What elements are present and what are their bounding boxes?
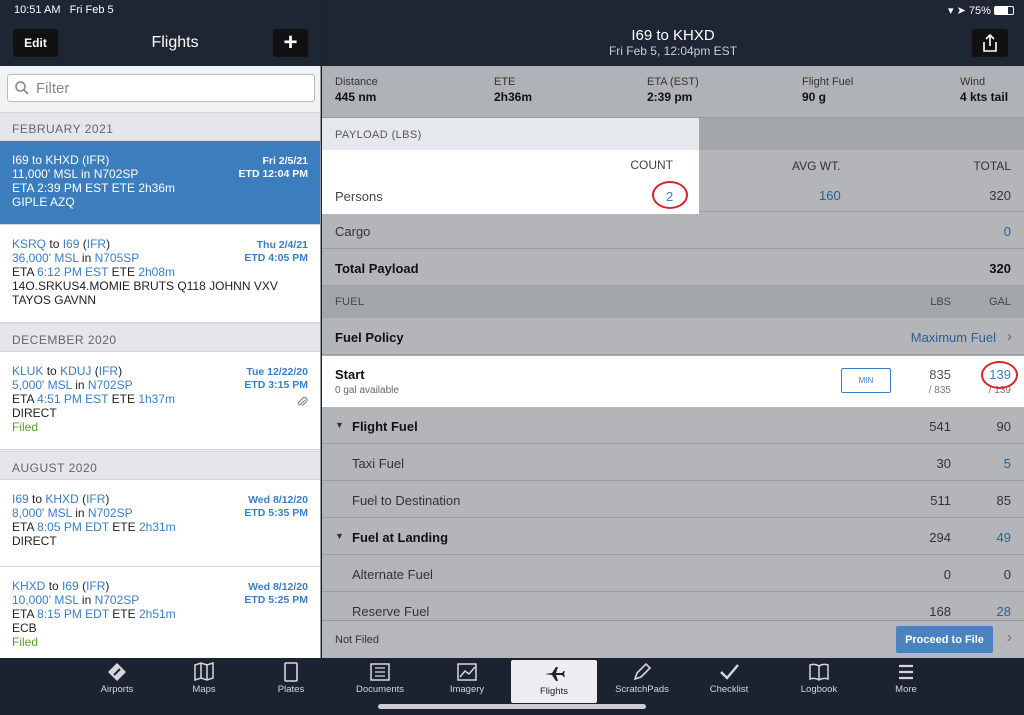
tab-flights[interactable]: Flights — [511, 660, 597, 703]
flight-item[interactable]: KLUK to KDUJ (IFR) 5,000' MSL in N702SP … — [0, 352, 320, 450]
flights-title: Flights — [151, 34, 199, 51]
filing-status-bar: Not Filed Proceed to File › — [322, 620, 1024, 658]
share-button[interactable] — [972, 29, 1008, 57]
battery-icon — [994, 6, 1014, 15]
total-payload-row: Total Payload 320 — [322, 249, 1024, 286]
triangle-down-icon: ▼ — [335, 531, 344, 541]
filed-status: Filed — [12, 420, 39, 434]
annotation-circle — [652, 181, 688, 209]
cargo-total[interactable]: 0 — [1004, 224, 1011, 239]
flight-title: I69 to KHXD — [631, 27, 715, 44]
logbook-icon — [809, 663, 829, 681]
taxi-fuel-row[interactable]: Taxi Fuel 30 5 — [322, 444, 1024, 481]
pencil-icon — [633, 662, 652, 681]
cargo-row[interactable]: Cargo 0 — [322, 212, 1024, 249]
annotation-circle — [981, 361, 1018, 389]
airplane-icon — [545, 667, 565, 681]
tab-logbook[interactable]: Logbook — [779, 658, 859, 701]
triangle-down-icon: ▼ — [335, 420, 344, 430]
add-flight-button[interactable]: + — [273, 29, 308, 57]
share-icon — [983, 34, 997, 52]
start-fuel-row[interactable]: Start 0 gal available MIN 835 / 835 139 … — [322, 356, 1024, 407]
home-indicator — [378, 704, 646, 709]
status-date: Fri Feb 5 — [69, 4, 114, 16]
flight-subtitle: Fri Feb 5, 12:04pm EST — [608, 44, 738, 58]
payload-header: PAYLOAD (LBS) — [322, 118, 699, 150]
checkmark-icon — [720, 664, 739, 680]
section-header: FEBRUARY 2021 — [0, 112, 320, 141]
filter-input[interactable]: Filter — [7, 74, 315, 102]
filing-status: Not Filed — [335, 634, 380, 646]
persons-total: 320 — [989, 188, 1011, 203]
battery-percent: 75% — [968, 5, 991, 17]
location-icon: ➤ — [956, 5, 966, 17]
flight-fuel-row[interactable]: ▼ Flight Fuel 541 90 — [322, 407, 1024, 444]
fuel-to-destination-row: Fuel to Destination 511 85 — [322, 481, 1024, 518]
flight-detail-pane: Distance 445 nm ETE 2h36m ETA (EST) 2:39 pm… — [322, 66, 1024, 658]
tab-documents[interactable]: Documents — [340, 658, 420, 701]
flight-item[interactable]: I69 to KHXD (IFR) 11,000' MSL in N702SP … — [0, 141, 320, 225]
min-fuel-button[interactable]: MIN — [841, 368, 891, 393]
filed-status: Filed — [12, 635, 39, 649]
proceed-to-file-button[interactable]: Proceed to File — [896, 626, 993, 653]
section-header: AUGUST 2020 — [0, 451, 320, 480]
alternate-fuel-row[interactable]: Alternate Fuel 0 0 — [322, 555, 1024, 592]
tab-scratchpads[interactable]: ScratchPads — [602, 658, 682, 701]
more-icon — [899, 664, 913, 680]
search-icon — [15, 81, 29, 95]
fuel-policy-row[interactable]: Fuel Policy Maximum Fuel › — [322, 318, 1024, 355]
status-bar: 10:51 AM Fri Feb 5 ▾ ➤ 75% — [0, 0, 1024, 22]
wifi-icon: ▾ — [948, 5, 954, 17]
flight-summary: Distance 445 nm ETE 2h36m ETA (EST) 2:39 pm… — [322, 66, 1024, 118]
chevron-right-icon: › — [1007, 328, 1012, 345]
tab-maps[interactable]: Maps — [164, 658, 244, 701]
tab-airports[interactable]: Airports — [77, 658, 157, 701]
imagery-icon — [457, 663, 477, 681]
tab-plates[interactable]: Plates — [251, 658, 331, 701]
chevron-right-icon: › — [1006, 629, 1012, 646]
section-header: DECEMBER 2020 — [0, 323, 320, 352]
fuel-header: FUEL LBS GAL — [322, 286, 1024, 318]
flights-list-pane: Filter FEBRUARY 2021 I69 to KHXD (IFR) 1… — [0, 66, 321, 658]
status-time: 10:51 AM — [14, 4, 61, 16]
airports-icon — [108, 663, 126, 681]
edit-button[interactable]: Edit — [13, 29, 58, 57]
maps-icon — [194, 662, 214, 682]
flight-item[interactable]: KSRQ to I69 (IFR) 36,000' MSL in N705SP … — [0, 225, 320, 323]
flight-item[interactable]: KHXD to I69 (IFR) 10,000' MSL in N702SP … — [0, 567, 320, 658]
fuel-policy-value: Maximum Fuel — [910, 330, 996, 345]
fuel-at-landing-row[interactable]: ▼ Fuel at Landing 294 49 — [322, 518, 1024, 555]
paperclip-icon — [297, 396, 308, 407]
start-fuel-lbs[interactable]: 835 — [929, 367, 951, 382]
persons-avg-weight[interactable]: 160 — [819, 188, 841, 203]
flight-item[interactable]: I69 to KHXD (IFR) 8,000' MSL in N702SP E… — [0, 480, 320, 567]
tab-imagery[interactable]: Imagery — [427, 658, 507, 701]
plates-icon — [284, 662, 298, 682]
tab-checklist[interactable]: Checklist — [689, 658, 769, 701]
documents-icon — [370, 663, 390, 681]
payload-panel: PAYLOAD (LBS) COUNT Persons 2 — [322, 118, 699, 214]
tab-more[interactable]: More — [866, 658, 946, 701]
